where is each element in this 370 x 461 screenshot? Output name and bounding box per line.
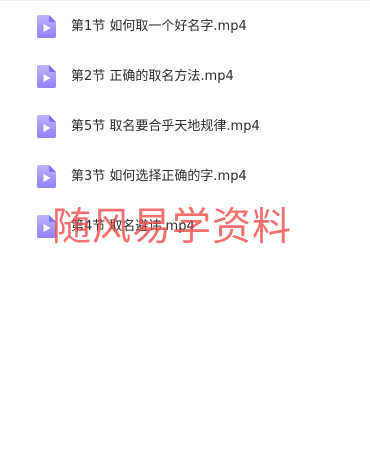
video-file-icon	[37, 15, 56, 38]
video-file-icon	[37, 65, 56, 88]
file-name: 第3节 如何选择正确的字.mp4	[71, 169, 247, 184]
file-item-4[interactable]: 第3节 如何选择正确的字.mp4	[0, 159, 370, 199]
file-browser: 第1节 如何取一个好名字.mp4 第2节 正确的取名方法.mp4 第5节 取名要…	[0, 0, 370, 461]
divider	[0, 0, 370, 1]
file-item-1[interactable]: 第1节 如何取一个好名字.mp4	[0, 9, 370, 49]
file-item-2[interactable]: 第2节 正确的取名方法.mp4	[0, 59, 370, 99]
file-item-3[interactable]: 第5节 取名要合乎天地规律.mp4	[0, 109, 370, 149]
file-name: 第4节 取名避讳.mp4	[71, 219, 195, 234]
video-file-icon	[37, 115, 56, 138]
file-name: 第1节 如何取一个好名字.mp4	[71, 19, 247, 34]
video-file-icon	[37, 165, 56, 188]
file-item-5[interactable]: 第4节 取名避讳.mp4	[0, 209, 370, 249]
video-file-icon	[37, 215, 56, 238]
file-name: 第5节 取名要合乎天地规律.mp4	[71, 119, 260, 134]
file-name: 第2节 正确的取名方法.mp4	[71, 69, 234, 84]
